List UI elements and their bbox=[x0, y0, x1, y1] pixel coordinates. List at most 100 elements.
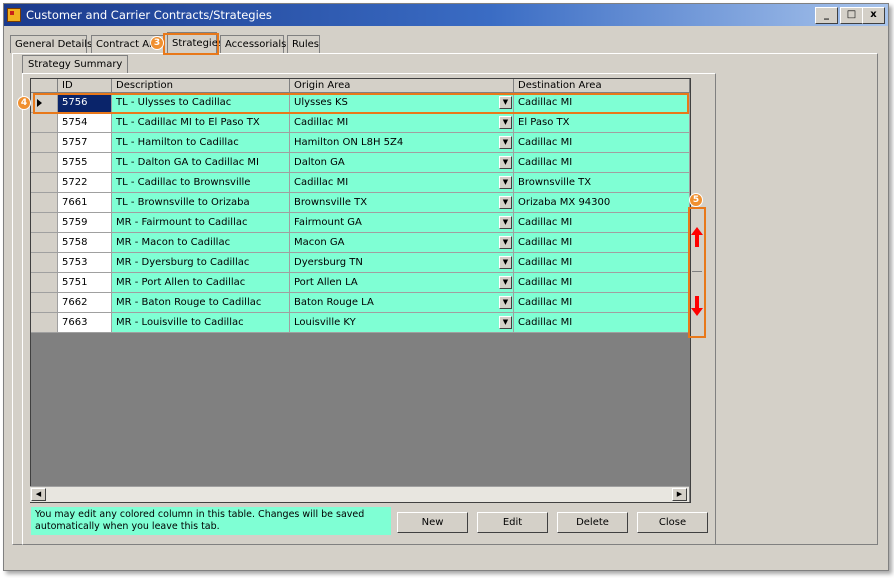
cell-id[interactable]: 5753 bbox=[58, 253, 112, 273]
column-header-destination-area[interactable]: Destination Area bbox=[514, 79, 690, 93]
cell-description[interactable]: MR - Louisville to Cadillac bbox=[112, 313, 290, 333]
cell-destination-area[interactable]: Cadillac MI bbox=[514, 313, 690, 333]
dropdown-arrow-icon[interactable]: ▼ bbox=[499, 136, 512, 149]
cell-description[interactable]: MR - Macon to Cadillac bbox=[112, 233, 290, 253]
cell-id[interactable]: 5754 bbox=[58, 113, 112, 133]
cell-destination-area[interactable]: El Paso TX bbox=[514, 113, 690, 133]
table-row[interactable]: 5722 TL - Cadillac to Brownsville Cadillac… bbox=[31, 173, 690, 193]
cell-origin-area[interactable]: Macon GA ▼ bbox=[290, 233, 514, 253]
cell-id[interactable]: 5757 bbox=[58, 133, 112, 153]
new-button[interactable]: New bbox=[397, 512, 468, 533]
cell-origin-area[interactable]: Brownsville TX ▼ bbox=[290, 193, 514, 213]
dropdown-arrow-icon[interactable]: ▼ bbox=[499, 176, 512, 189]
cell-description[interactable]: TL - Cadillac MI to El Paso TX bbox=[112, 113, 290, 133]
scroll-right-icon[interactable]: ▶ bbox=[672, 488, 687, 501]
table-row[interactable]: 7663 MR - Louisville to Cadillac Louisvill… bbox=[31, 313, 690, 333]
close-button[interactable]: Close bbox=[637, 512, 708, 533]
row-header[interactable] bbox=[31, 253, 58, 273]
table-row[interactable]: 5757 TL - Hamilton to Cadillac Hamilton ON… bbox=[31, 133, 690, 153]
table-row[interactable]: 5755 TL - Dalton GA to Cadillac MI Dalton … bbox=[31, 153, 690, 173]
cell-id-text: 5722 bbox=[62, 177, 88, 188]
cell-description[interactable]: TL - Brownsville to Orizaba bbox=[112, 193, 290, 213]
cell-id[interactable]: 7662 bbox=[58, 293, 112, 313]
row-header[interactable] bbox=[31, 113, 58, 133]
table-row[interactable]: 5751 MR - Port Allen to Cadillac Port Alle… bbox=[31, 273, 690, 293]
dropdown-arrow-icon[interactable]: ▼ bbox=[499, 276, 512, 289]
cell-id[interactable]: 5755 bbox=[58, 153, 112, 173]
cell-origin-area[interactable]: Dyersburg TN ▼ bbox=[290, 253, 514, 273]
tab-general-details[interactable]: General Details bbox=[10, 35, 92, 53]
cell-id[interactable]: 5758 bbox=[58, 233, 112, 253]
dropdown-arrow-icon[interactable]: ▼ bbox=[499, 256, 512, 269]
dropdown-arrow-icon[interactable]: ▼ bbox=[499, 196, 512, 209]
dropdown-arrow-icon[interactable]: ▼ bbox=[499, 116, 512, 129]
cell-destination-area[interactable]: Orizaba MX 94300 bbox=[514, 193, 690, 213]
tab-rules[interactable]: Rules bbox=[287, 35, 320, 53]
dropdown-arrow-icon[interactable]: ▼ bbox=[499, 236, 512, 249]
column-header-description[interactable]: Description bbox=[112, 79, 290, 93]
row-header[interactable] bbox=[31, 133, 58, 153]
table-row[interactable]: 7661 TL - Brownsville to Orizaba Brownsvil… bbox=[31, 193, 690, 213]
cell-origin-area[interactable]: Hamilton ON L8H 5Z4 ▼ bbox=[290, 133, 514, 153]
cell-description[interactable]: MR - Dyersburg to Cadillac bbox=[112, 253, 290, 273]
row-header[interactable] bbox=[31, 193, 58, 213]
row-header[interactable] bbox=[31, 293, 58, 313]
column-header-id[interactable]: ID bbox=[58, 79, 112, 93]
cell-description-text: MR - Macon to Cadillac bbox=[116, 237, 231, 248]
cell-id[interactable]: 7661 bbox=[58, 193, 112, 213]
cell-origin-area[interactable]: Louisville KY ▼ bbox=[290, 313, 514, 333]
cell-description[interactable]: TL - Cadillac to Brownsville bbox=[112, 173, 290, 193]
title-bar[interactable]: Customer and Carrier Contracts/Strategie… bbox=[4, 4, 888, 26]
cell-origin-area[interactable]: Baton Rouge LA ▼ bbox=[290, 293, 514, 313]
delete-button[interactable]: Delete bbox=[557, 512, 628, 533]
scroll-left-icon[interactable]: ◀ bbox=[31, 488, 46, 501]
cell-origin-area[interactable]: Dalton GA ▼ bbox=[290, 153, 514, 173]
cell-description[interactable]: MR - Baton Rouge to Cadillac bbox=[112, 293, 290, 313]
row-header[interactable] bbox=[31, 213, 58, 233]
cell-description[interactable]: TL - Hamilton to Cadillac bbox=[112, 133, 290, 153]
table-row[interactable]: 5754 TL - Cadillac MI to El Paso TX Cadill… bbox=[31, 113, 690, 133]
maximize-button[interactable]: □ bbox=[840, 7, 863, 24]
tab-accessorials[interactable]: Accessorials bbox=[220, 35, 286, 53]
row-header[interactable] bbox=[31, 233, 58, 253]
column-header-origin-area[interactable]: Origin Area bbox=[290, 79, 514, 93]
cell-origin-area[interactable]: Cadillac MI ▼ bbox=[290, 173, 514, 193]
cell-origin-area[interactable]: Cadillac MI ▼ bbox=[290, 113, 514, 133]
close-window-button[interactable]: x bbox=[862, 7, 885, 24]
cell-id[interactable]: 5722 bbox=[58, 173, 112, 193]
cell-destination-area[interactable]: Cadillac MI bbox=[514, 233, 690, 253]
cell-destination-area[interactable]: Cadillac MI bbox=[514, 153, 690, 173]
cell-destination-area[interactable]: Brownsville TX bbox=[514, 173, 690, 193]
dropdown-arrow-icon[interactable]: ▼ bbox=[499, 316, 512, 329]
row-header[interactable] bbox=[31, 273, 58, 293]
dropdown-arrow-icon[interactable]: ▼ bbox=[499, 216, 512, 229]
cell-id[interactable]: 5751 bbox=[58, 273, 112, 293]
cell-id[interactable]: 5759 bbox=[58, 213, 112, 233]
table-row[interactable]: 7662 MR - Baton Rouge to Cadillac Baton Ro… bbox=[31, 293, 690, 313]
tab-strategy-summary[interactable]: Strategy Summary bbox=[22, 55, 129, 74]
minimize-button[interactable]: _ bbox=[815, 7, 838, 24]
cell-description[interactable]: MR - Fairmount to Cadillac bbox=[112, 213, 290, 233]
dropdown-arrow-icon[interactable]: ▼ bbox=[499, 156, 512, 169]
cell-id[interactable]: 7663 bbox=[58, 313, 112, 333]
row-header[interactable] bbox=[31, 173, 58, 193]
step-marker-5: 5 bbox=[689, 193, 703, 207]
table-row[interactable]: 5758 MR - Macon to Cadillac Macon GA ▼ Cadil… bbox=[31, 233, 690, 253]
dropdown-arrow-icon[interactable]: ▼ bbox=[499, 296, 512, 309]
cell-destination-area[interactable]: Cadillac MI bbox=[514, 213, 690, 233]
row-header[interactable] bbox=[31, 153, 58, 173]
cell-description-text: TL - Cadillac to Brownsville bbox=[116, 177, 251, 188]
cell-destination-area[interactable]: Cadillac MI bbox=[514, 273, 690, 293]
cell-description[interactable]: MR - Port Allen to Cadillac bbox=[112, 273, 290, 293]
row-header[interactable] bbox=[31, 313, 58, 333]
table-row[interactable]: 5759 MR - Fairmount to Cadillac Fairmount … bbox=[31, 213, 690, 233]
cell-origin-area[interactable]: Port Allen LA ▼ bbox=[290, 273, 514, 293]
cell-destination-area[interactable]: Cadillac MI bbox=[514, 253, 690, 273]
cell-destination-area[interactable]: Cadillac MI bbox=[514, 133, 690, 153]
horizontal-scrollbar[interactable]: ◀ ▶ bbox=[30, 486, 689, 502]
table-row[interactable]: 5753 MR - Dyersburg to Cadillac Dyersburg … bbox=[31, 253, 690, 273]
cell-origin-area[interactable]: Fairmount GA ▼ bbox=[290, 213, 514, 233]
edit-button[interactable]: Edit bbox=[477, 512, 548, 533]
cell-description[interactable]: TL - Dalton GA to Cadillac MI bbox=[112, 153, 290, 173]
cell-destination-area[interactable]: Cadillac MI bbox=[514, 293, 690, 313]
